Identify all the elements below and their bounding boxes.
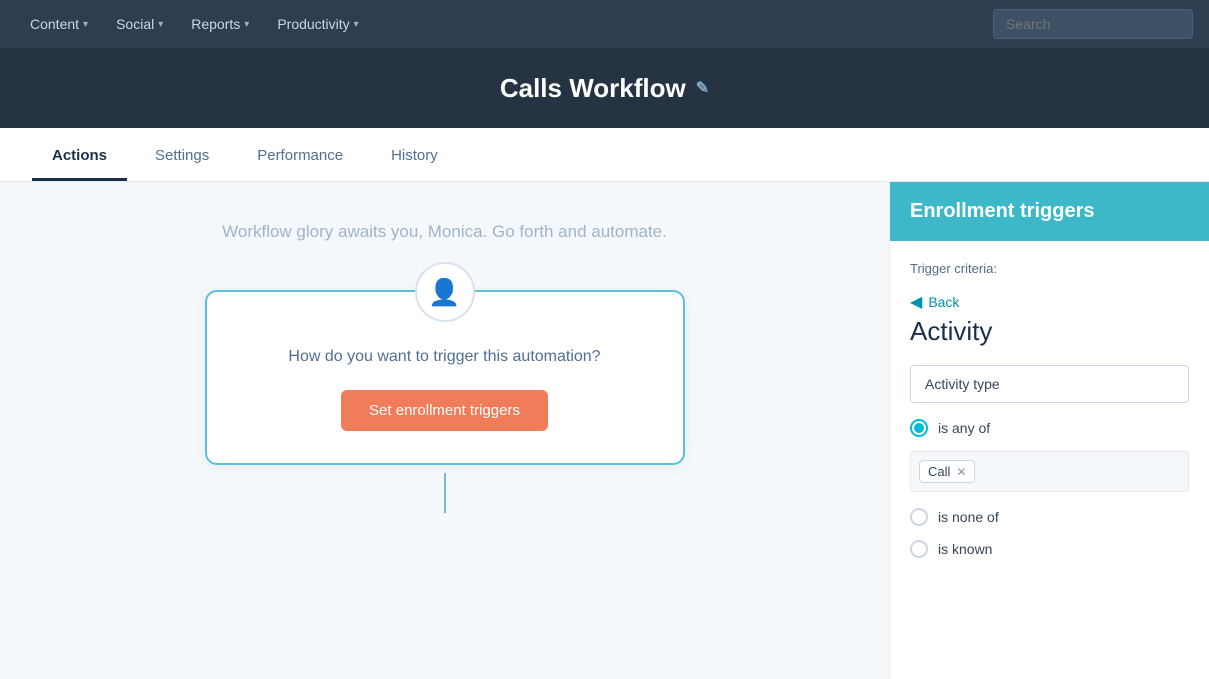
panel-header-title: Enrollment triggers [910,200,1189,223]
tab-actions[interactable]: Actions [32,147,127,181]
radio-is-none-of-label: is none of [938,509,999,525]
trigger-card: 👤 How do you want to trigger this automa… [205,290,685,465]
nav-social-label: Social [116,16,154,32]
tab-performance[interactable]: Performance [237,147,363,181]
workflow-title-container: Calls Workflow ✎ [500,73,709,104]
radio-is-any-of-circle[interactable] [910,419,928,437]
panel-body: Trigger criteria: ◀ Back Activity Activi… [890,241,1209,679]
tag-call-close-icon[interactable]: ✕ [956,465,966,479]
nav-productivity[interactable]: Productivity ▾ [263,0,372,48]
tag-call: Call ✕ [919,460,975,483]
nav-content[interactable]: Content ▾ [16,0,102,48]
trigger-criteria-label: Trigger criteria: [910,261,1189,276]
search-input[interactable] [993,9,1193,39]
connector-line [444,473,446,513]
radio-is-known-circle[interactable] [910,540,928,558]
set-enrollment-triggers-button[interactable]: Set enrollment triggers [341,390,548,431]
nav-social-chevron-icon: ▾ [158,19,163,30]
section-title: Activity [910,316,1189,347]
back-label: Back [928,294,959,310]
radio-is-known-label: is known [938,541,992,557]
top-nav: Content ▾ Social ▾ Reports ▾ Productivit… [0,0,1209,48]
person-icon: 👤 [428,277,460,308]
back-arrow-icon: ◀ [910,292,922,312]
nav-reports-chevron-icon: ▾ [244,19,249,30]
left-content: Workflow glory awaits you, Monica. Go fo… [0,182,889,679]
trigger-question-text: How do you want to trigger this automati… [288,348,600,366]
radio-is-any-of-label: is any of [938,420,990,436]
tabs-bar: Actions Settings Performance History [0,128,1209,182]
right-panel: Enrollment triggers Trigger criteria: ◀ … [889,182,1209,679]
nav-reports-label: Reports [191,16,240,32]
nav-content-label: Content [30,16,79,32]
nav-content-chevron-icon: ▾ [83,19,88,30]
back-link[interactable]: ◀ Back [910,292,1189,312]
workflow-title-text: Calls Workflow [500,73,686,104]
workflow-header: Calls Workflow ✎ [0,48,1209,128]
trigger-avatar: 👤 [415,262,475,322]
nav-productivity-chevron-icon: ▾ [354,19,359,30]
nav-productivity-label: Productivity [277,16,349,32]
tab-settings[interactable]: Settings [135,147,229,181]
edit-title-icon[interactable]: ✎ [696,78,709,98]
main-layout: Workflow glory awaits you, Monica. Go fo… [0,182,1209,679]
tag-call-label: Call [928,464,950,479]
activity-type-box[interactable]: Activity type [910,365,1189,403]
nav-social[interactable]: Social ▾ [102,0,177,48]
radio-is-none-of[interactable]: is none of [910,508,1189,526]
radio-is-any-of[interactable]: is any of [910,419,1189,437]
nav-reports[interactable]: Reports ▾ [177,0,263,48]
workflow-subtitle: Workflow glory awaits you, Monica. Go fo… [222,222,667,242]
radio-is-known[interactable]: is known [910,540,1189,558]
panel-header: Enrollment triggers [890,182,1209,241]
radio-is-none-of-circle[interactable] [910,508,928,526]
tab-history[interactable]: History [371,147,458,181]
tags-area[interactable]: Call ✕ [910,451,1189,492]
